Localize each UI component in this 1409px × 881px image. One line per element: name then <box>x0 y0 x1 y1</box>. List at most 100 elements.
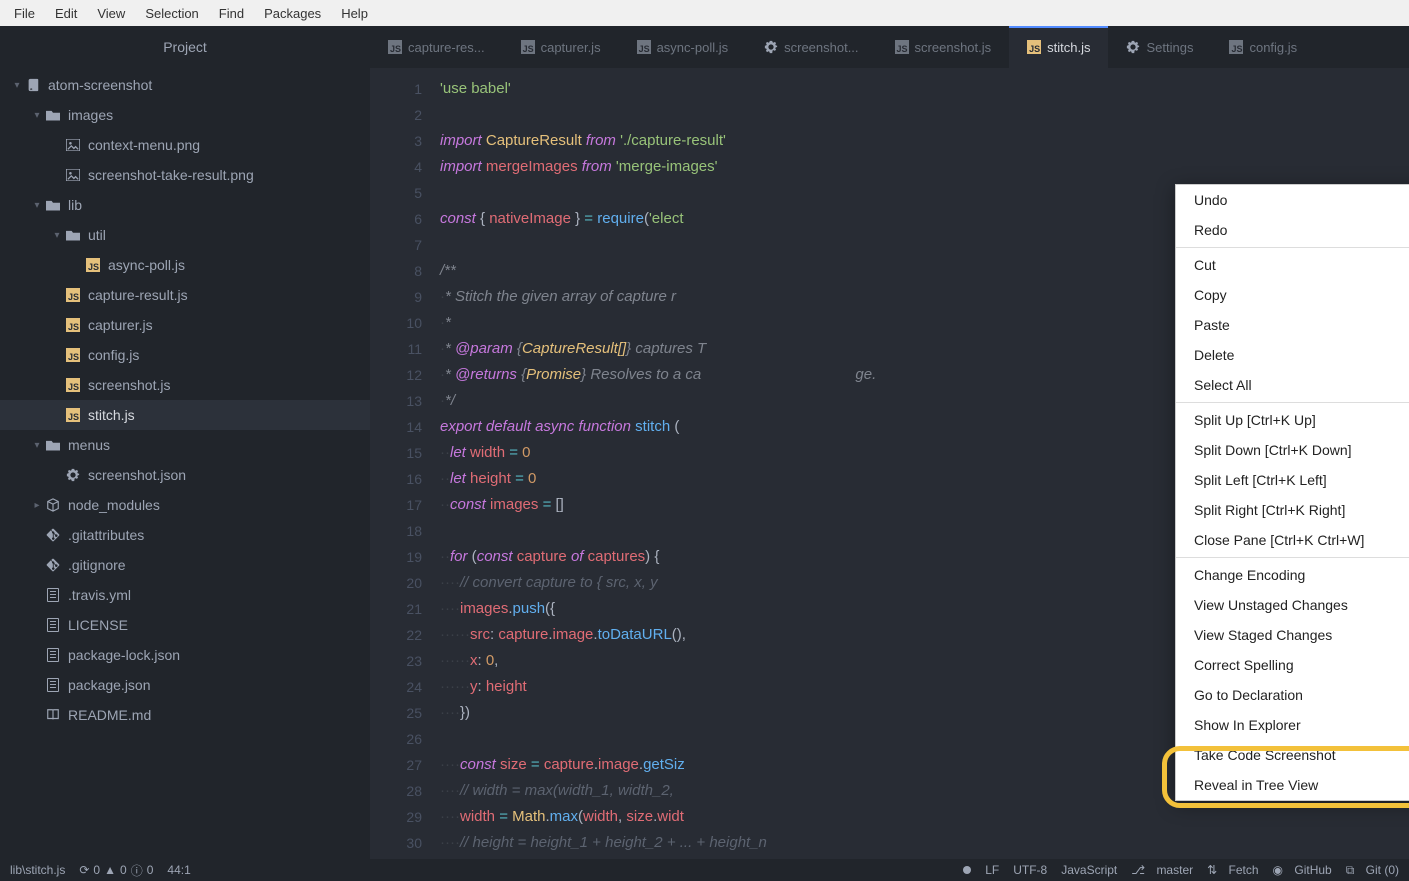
tab[interactable]: JSstitch.js <box>1009 26 1108 68</box>
line-number: 15 <box>370 440 422 466</box>
tab[interactable]: JScapture-res... <box>370 26 503 68</box>
line-number: 18 <box>370 518 422 544</box>
tree-item[interactable]: LICENSE <box>0 610 370 640</box>
tree-item[interactable]: screenshot.json <box>0 460 370 490</box>
code-line[interactable] <box>440 102 1409 128</box>
js-file-icon: JS <box>86 258 100 272</box>
tree-item[interactable]: ▸node_modules <box>0 490 370 520</box>
tree-item[interactable]: JScapturer.js <box>0 310 370 340</box>
sync-icon: ⇅ <box>1207 863 1217 877</box>
context-menu-item[interactable]: UndoCtrl+Z <box>1176 185 1409 215</box>
context-menu-item[interactable]: DeleteDel <box>1176 340 1409 370</box>
tree-item[interactable]: .gitattributes <box>0 520 370 550</box>
line-number: 16 <box>370 466 422 492</box>
status-language[interactable]: JavaScript <box>1061 863 1117 877</box>
context-menu-item[interactable]: CutCtrl+X <box>1176 250 1409 280</box>
line-number: 4 <box>370 154 422 180</box>
folder-icon <box>66 230 80 241</box>
status-git[interactable]: ⧉ Git (0) <box>1346 863 1399 878</box>
tree-item[interactable]: JScapture-result.js <box>0 280 370 310</box>
tree-item[interactable]: JSconfig.js <box>0 340 370 370</box>
editor-panel: JScapture-res...JScapturer.jsJSasync-pol… <box>370 26 1409 859</box>
tree-item[interactable]: ▾util <box>0 220 370 250</box>
context-menu-item[interactable]: View Unstaged Changes <box>1176 590 1409 620</box>
tree-item-label: .gitignore <box>68 557 126 573</box>
context-menu-item[interactable]: CopyCtrl+C <box>1176 280 1409 310</box>
context-menu-item[interactable]: Take Code Screenshot <box>1176 740 1409 770</box>
context-menu-item[interactable]: Go to Declaration <box>1176 680 1409 710</box>
dot-icon <box>963 866 971 874</box>
tab[interactable]: screenshot... <box>746 26 876 68</box>
clock-icon: ⟳ <box>79 863 89 877</box>
status-file-path[interactable]: lib\stitch.js <box>10 863 65 877</box>
code-line[interactable]: import CaptureResult from './capture-res… <box>440 128 1409 154</box>
book-icon <box>46 708 60 722</box>
menu-find[interactable]: Find <box>209 2 254 25</box>
tree-item[interactable]: JS async-poll.js <box>0 250 370 280</box>
code-line[interactable]: 'use babel' <box>440 76 1409 102</box>
tree-item[interactable]: JSscreenshot.js <box>0 370 370 400</box>
tree-item[interactable]: ▾atom-screenshot <box>0 70 370 100</box>
context-menu-item[interactable]: PasteCtrl+V <box>1176 310 1409 340</box>
context-menu-item[interactable]: Split Up [Ctrl+K Up] <box>1176 405 1409 435</box>
context-menu-label: View Unstaged Changes <box>1194 597 1348 613</box>
tree-item[interactable]: JSstitch.js <box>0 400 370 430</box>
menu-edit[interactable]: Edit <box>45 2 87 25</box>
tree-item[interactable]: context-menu.png <box>0 130 370 160</box>
tab[interactable]: JScapturer.js <box>503 26 619 68</box>
context-menu-item[interactable]: Show In Explorer <box>1176 710 1409 740</box>
tree-item[interactable]: screenshot-take-result.png <box>0 160 370 190</box>
menu-file[interactable]: File <box>4 2 45 25</box>
context-menu-item[interactable]: Split Down [Ctrl+K Down] <box>1176 435 1409 465</box>
tree-item-label: screenshot.json <box>88 467 186 483</box>
status-github[interactable]: ◉ GitHub <box>1273 863 1332 877</box>
menu-packages[interactable]: Packages <box>254 2 331 25</box>
context-menu-label: Delete <box>1194 347 1234 363</box>
tree-item[interactable]: ▾menus <box>0 430 370 460</box>
code-line[interactable]: ····width = Math.max(width, size.widt <box>440 804 1409 830</box>
context-menu-item[interactable]: Change EncodingCtrl+Shift+U <box>1176 560 1409 590</box>
tree-item[interactable]: ▾lib <box>0 190 370 220</box>
tree-item[interactable]: .travis.yml <box>0 580 370 610</box>
tree-item[interactable]: .gitignore <box>0 550 370 580</box>
context-menu-item[interactable]: Select AllCtrl+A <box>1176 370 1409 400</box>
tab[interactable]: JSscreenshot.js <box>877 26 1010 68</box>
tab[interactable]: JSconfig.js <box>1211 26 1315 68</box>
tab[interactable]: JSasync-poll.js <box>619 26 747 68</box>
gear-icon <box>764 40 778 54</box>
tree-item[interactable]: README.md <box>0 700 370 730</box>
context-menu-item[interactable]: View Staged Changes <box>1176 620 1409 650</box>
context-menu-item[interactable]: Reveal in Tree ViewCtrl+Shift+\ <box>1176 770 1409 800</box>
context-menu-item[interactable]: Correct SpellingCtrl+Shift+; <box>1176 650 1409 680</box>
js-file-icon: JS <box>66 408 80 422</box>
context-menu-label: Go to Declaration <box>1194 687 1303 703</box>
tree-item-label: async-poll.js <box>108 257 185 273</box>
status-line-ending[interactable]: LF <box>985 863 999 877</box>
code-line[interactable]: ····// height = height_1 + height_2 + ..… <box>440 830 1409 856</box>
context-menu-item[interactable]: Split Left [Ctrl+K Left] <box>1176 465 1409 495</box>
tab[interactable]: Settings <box>1108 26 1211 68</box>
tree-item[interactable]: package-lock.json <box>0 640 370 670</box>
tree-item[interactable]: package.json <box>0 670 370 700</box>
status-encoding[interactable]: UTF-8 <box>1013 863 1047 877</box>
text-file-icon <box>47 588 59 602</box>
status-diagnostics[interactable]: ⟳0 ▲0 ⓘ0 <box>79 862 153 879</box>
menu-selection[interactable]: Selection <box>135 2 208 25</box>
context-menu-label: Cut <box>1194 257 1216 273</box>
project-tree[interactable]: ▾atom-screenshot▾imagescontext-menu.pngs… <box>0 68 370 859</box>
context-menu-label: Redo <box>1194 222 1227 238</box>
status-branch[interactable]: ⎇ master <box>1131 863 1193 877</box>
tree-item[interactable]: ▾images <box>0 100 370 130</box>
status-cursor-position[interactable]: 44:1 <box>167 863 190 877</box>
js-file-icon: JS <box>1027 40 1041 54</box>
context-menu-item[interactable]: Close Pane [Ctrl+K Ctrl+W] <box>1176 525 1409 555</box>
menu-help[interactable]: Help <box>331 2 378 25</box>
tab-label: screenshot... <box>784 40 858 55</box>
code-line[interactable]: import mergeImages from 'merge-images' <box>440 154 1409 180</box>
context-menu-item[interactable]: Split Right [Ctrl+K Right] <box>1176 495 1409 525</box>
menu-view[interactable]: View <box>87 2 135 25</box>
tree-item-label: menus <box>68 437 110 453</box>
context-menu-item[interactable]: RedoCtrl+Y <box>1176 215 1409 245</box>
info-icon: ⓘ <box>131 862 143 879</box>
status-fetch[interactable]: ⇅ Fetch <box>1207 863 1258 877</box>
